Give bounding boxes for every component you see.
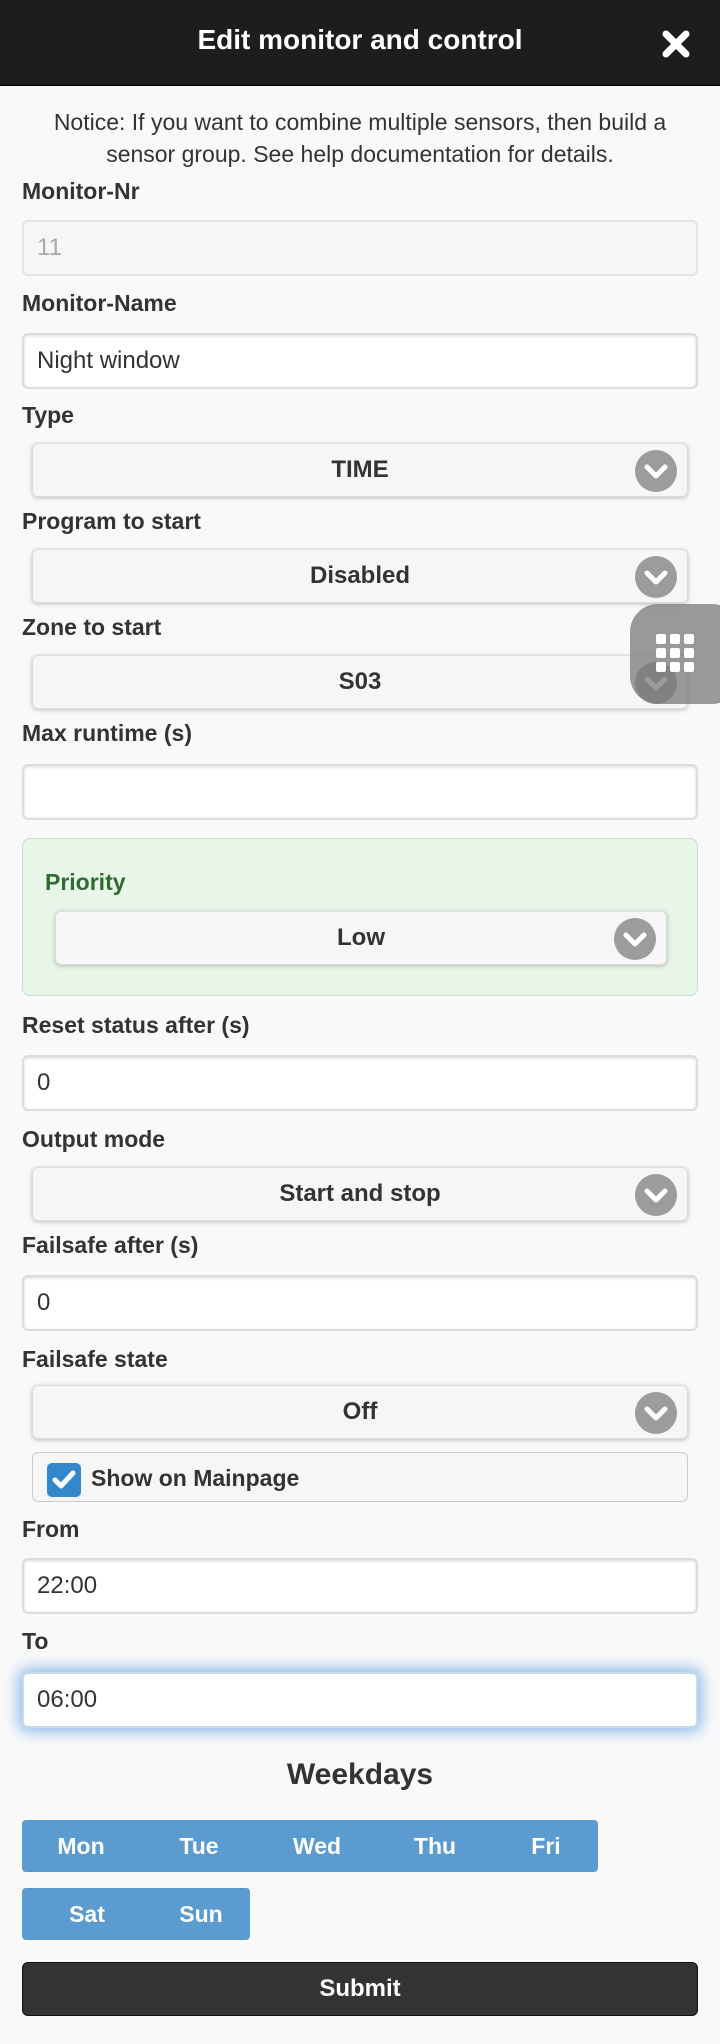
weekday-group-2: Sat Sun <box>22 1888 250 1940</box>
reset-status-input[interactable]: 0 <box>22 1055 698 1111</box>
priority-panel: Priority Low <box>22 838 698 996</box>
type-select-value: TIME <box>331 456 389 483</box>
output-mode-select[interactable]: Start and stop <box>32 1167 688 1221</box>
chevron-down-icon <box>614 918 656 960</box>
monitor-nr-input: 11 <box>22 220 698 276</box>
max-runtime-input[interactable] <box>22 764 698 820</box>
output-mode-label: Output mode <box>22 1126 166 1152</box>
failsafe-state-select[interactable]: Off <box>32 1385 688 1439</box>
day-fri-button[interactable]: Fri <box>494 1820 598 1872</box>
checkmark-icon <box>47 1463 81 1497</box>
weekdays-title: Weekdays <box>286 1758 434 1791</box>
chevron-down-icon <box>635 1174 677 1216</box>
zone-label: Zone to start <box>22 614 162 640</box>
chevron-down-icon <box>635 450 677 492</box>
reset-status-label: Reset status after (s) <box>22 1012 250 1038</box>
priority-select-value: Low <box>337 924 385 951</box>
from-label: From <box>22 1516 80 1542</box>
output-mode-select-value: Start and stop <box>279 1180 441 1207</box>
dialog-header: Edit monitor and control <box>0 0 720 86</box>
failsafe-after-label: Failsafe after (s) <box>22 1232 199 1258</box>
chevron-down-icon <box>635 556 677 598</box>
monitor-name-label: Monitor-Name <box>22 290 177 316</box>
submit-button[interactable]: Submit <box>22 1962 698 2016</box>
from-input[interactable]: 22:00 <box>22 1558 698 1614</box>
failsafe-after-input[interactable]: 0 <box>22 1275 698 1331</box>
type-select[interactable]: TIME <box>32 443 688 497</box>
program-select-value: Disabled <box>309 562 411 589</box>
monitor-nr-label: Monitor-Nr <box>22 178 140 204</box>
chevron-down-icon <box>635 1392 677 1434</box>
max-runtime-label: Max runtime (s) <box>22 720 192 746</box>
type-label: Type <box>22 402 74 428</box>
priority-select[interactable]: Low <box>55 911 667 965</box>
show-on-mainpage-checkbox[interactable]: Show on Mainpage <box>32 1452 688 1502</box>
program-select[interactable]: Disabled <box>32 549 688 603</box>
priority-label: Priority <box>45 869 126 895</box>
day-thu-button[interactable]: Thu <box>376 1820 494 1872</box>
day-mon-button[interactable]: Mon <box>22 1820 140 1872</box>
failsafe-state-select-value: Off <box>342 1398 378 1425</box>
close-icon <box>662 30 690 58</box>
failsafe-state-label: Failsafe state <box>22 1346 168 1372</box>
day-tue-button[interactable]: Tue <box>140 1820 258 1872</box>
to-label: To <box>22 1628 49 1654</box>
notice-text: Notice: If you want to combine multiple … <box>53 109 667 167</box>
day-sat-button[interactable]: Sat <box>22 1888 152 1940</box>
floating-menu-button[interactable] <box>630 604 720 704</box>
dialog-title: Edit monitor and control <box>197 24 523 55</box>
day-sun-button[interactable]: Sun <box>152 1888 250 1940</box>
close-button[interactable] <box>656 24 696 64</box>
zone-select-value: S03 <box>338 668 382 695</box>
day-wed-button[interactable]: Wed <box>258 1820 376 1872</box>
to-input[interactable]: 06:00 <box>22 1672 698 1728</box>
program-label: Program to start <box>22 508 201 534</box>
monitor-name-input[interactable]: Night window <box>22 333 698 389</box>
show-on-mainpage-label: Show on Mainpage <box>91 1465 300 1491</box>
zone-select[interactable]: S03 <box>32 655 688 709</box>
weekday-group-1: Mon Tue Wed Thu Fri <box>22 1820 598 1872</box>
